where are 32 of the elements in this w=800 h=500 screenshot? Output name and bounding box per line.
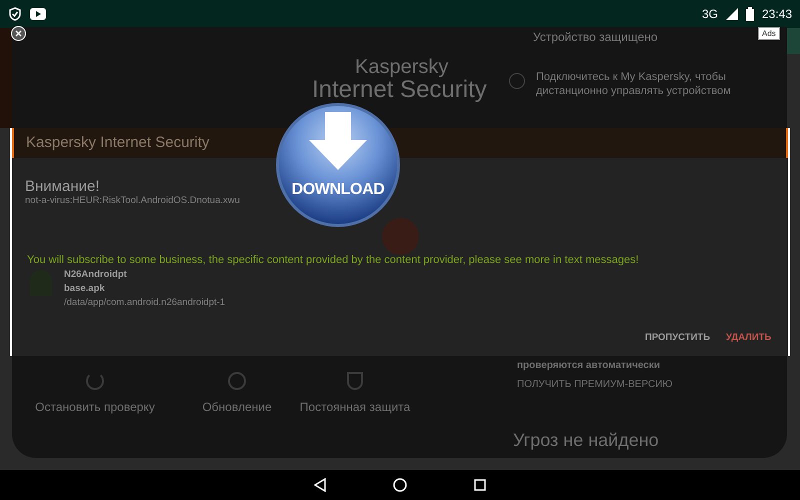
shield-icon xyxy=(347,372,363,390)
stop-icon xyxy=(86,372,104,390)
dialog-title: Kaspersky Internet Security xyxy=(26,132,210,153)
clock: 23:43 xyxy=(762,6,792,23)
action-label: Остановить проверку xyxy=(34,400,156,414)
dialog-button[interactable]: УДАЛИТЬ xyxy=(726,331,772,346)
ring-icon xyxy=(228,372,246,390)
recents-icon[interactable] xyxy=(474,479,486,491)
signal-icon xyxy=(726,8,738,20)
ads-badge[interactable]: Ads xyxy=(758,27,780,40)
dialog-button[interactable]: ПРОПУСТИТЬ xyxy=(645,331,710,346)
arrow-down-icon xyxy=(307,112,369,172)
subscription-message: You will subscribe to some business, the specific content provided by the content provider, please see more in text messages! xyxy=(27,254,639,267)
shield-icon xyxy=(8,7,22,21)
action-label: Обновление xyxy=(201,400,273,414)
close-icon xyxy=(15,30,22,37)
network-type: 3G xyxy=(702,6,718,23)
battery-icon xyxy=(746,7,754,21)
video-icon xyxy=(30,8,46,20)
file-name: base.apk xyxy=(64,282,105,296)
action-label: Постоянная защита xyxy=(298,400,412,414)
notice-text: Подключитесь к My Kaspersky, чтобы дистанционно управлять устройством xyxy=(536,70,732,98)
threat-name: not-a-virus:HEUR:RiskTool.AndroidOS.Dnotua.xwu xyxy=(25,194,240,208)
status-title: Устройство защищено xyxy=(533,29,658,46)
premium-text: проверяются автоматически xyxy=(517,359,660,373)
back-icon[interactable] xyxy=(314,478,326,492)
warning-heading: Внимание! xyxy=(25,177,100,196)
app-name: N26Androidpt xyxy=(64,268,127,282)
home-icon[interactable] xyxy=(393,478,407,492)
info-icon xyxy=(509,73,525,89)
scan-result: Угроз не найдено xyxy=(513,429,659,452)
file-path: /data/app/com.android.n26androidpt-1 xyxy=(64,296,226,310)
